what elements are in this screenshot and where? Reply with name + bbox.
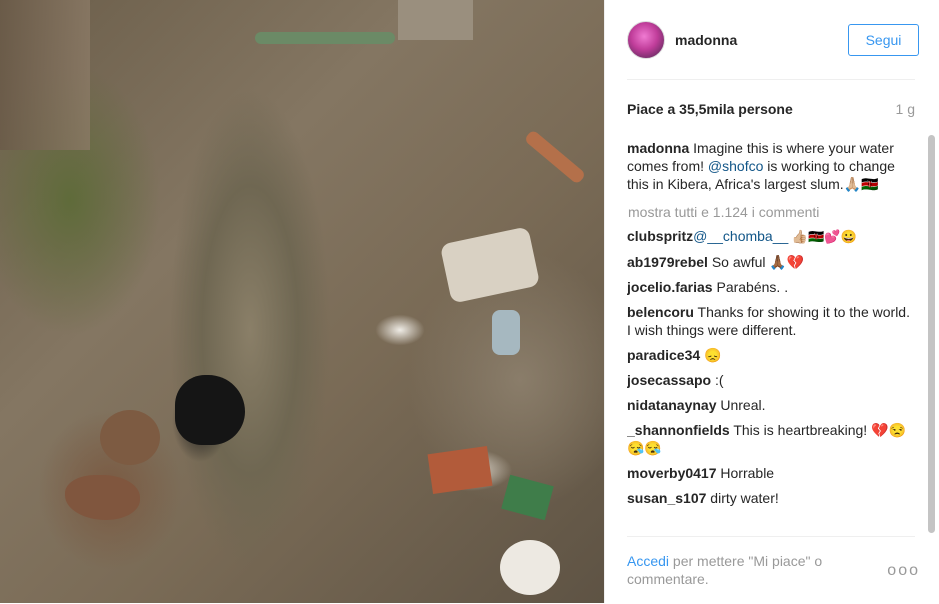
scrollbar-thumb[interactable]	[928, 135, 935, 533]
comment-user[interactable]: josecassapo	[627, 372, 711, 388]
login-prompt: Accedi per mettere "Mi piace" o commenta…	[627, 552, 867, 588]
comment-user[interactable]: clubspritz	[627, 228, 693, 244]
caption: madonna Imagine this is where your water…	[627, 139, 915, 193]
comment-user[interactable]: ab1979rebel	[627, 254, 708, 270]
comments-scrollbar[interactable]	[928, 133, 935, 533]
comment-item: ab1979rebel So awful 🙏🏾💔	[627, 253, 915, 271]
comment-item: moverby0417 Horrable	[627, 464, 915, 482]
comment-item: _shannonfields This is heartbreaking! 💔😒…	[627, 421, 915, 457]
rusty-pipe	[523, 129, 587, 185]
comment-item: jocelio.farias Parabéns. .	[627, 278, 915, 296]
comment-user[interactable]: jocelio.farias	[627, 279, 713, 295]
post-header: madonna Segui	[627, 0, 919, 80]
likes-count[interactable]: Piace a 35,5mila persone	[627, 101, 793, 117]
comment-user[interactable]: susan_s107	[627, 490, 706, 506]
comment-item: clubspritz@__chomba__ 👍🏼🇰🇪💕😀	[627, 227, 915, 246]
pillar	[398, 0, 473, 40]
more-options-icon[interactable]: ooo	[887, 562, 920, 580]
comment-text: 👍🏼🇰🇪💕😀	[788, 229, 857, 244]
comment-user[interactable]: moverby0417	[627, 465, 717, 481]
show-all-comments-link[interactable]: mostra tutti e 1.124 i commenti	[628, 203, 915, 221]
comment-text: :(	[711, 372, 724, 388]
post-side-panel: madonna Segui Piace a 35,5mila persone 1…	[605, 0, 939, 603]
comment-item: paradice34 😞	[627, 346, 915, 364]
red-box	[427, 446, 493, 494]
comment-text: dirty water!	[706, 490, 779, 506]
comment-item: belencoru Thanks for showing it to the w…	[627, 303, 915, 339]
comment-item: susan_s107 dirty water!	[627, 489, 915, 507]
comment-mention[interactable]: @__chomba__	[693, 228, 788, 244]
plastic-bottle	[492, 310, 520, 355]
comment-item: josecassapo :(	[627, 371, 915, 389]
green-box	[501, 474, 554, 521]
post-footer: Accedi per mettere "Mi piace" o commenta…	[627, 536, 918, 604]
comment-item: nidatanaynay Unreal.	[627, 396, 915, 414]
wall-left	[0, 0, 90, 150]
white-bag	[439, 226, 541, 304]
comment-text: So awful 🙏🏾💔	[707, 254, 805, 270]
caption-mention[interactable]: @shofco	[708, 158, 763, 174]
comment-user[interactable]: paradice34	[627, 347, 700, 363]
avatar[interactable]	[627, 20, 665, 59]
comment-text: 😞	[700, 347, 722, 363]
login-link[interactable]: Accedi	[627, 553, 669, 569]
post-photo[interactable]	[0, 0, 604, 603]
follow-button[interactable]: Segui	[848, 24, 919, 56]
pipe	[255, 32, 395, 44]
comment-user[interactable]: belencoru	[627, 304, 694, 320]
comments-list[interactable]: madonna Imagine this is where your water…	[627, 139, 915, 535]
plastic-bag-bottom	[500, 540, 560, 595]
comment-text: Unreal.	[716, 397, 766, 413]
comment-user[interactable]: nidatanaynay	[627, 397, 716, 413]
post-time[interactable]: 1 g	[896, 101, 915, 117]
likes-row: Piace a 35,5mila persone 1 g	[627, 101, 915, 117]
comment-text: Parabéns. .	[712, 279, 789, 295]
comment-text: Horrable	[716, 465, 775, 481]
comment-user[interactable]: _shannonfields	[627, 422, 730, 438]
trash-bag-black	[175, 375, 245, 445]
username[interactable]: madonna	[675, 32, 737, 48]
caption-user[interactable]: madonna	[627, 140, 689, 156]
rock-2	[100, 410, 160, 465]
rock	[65, 475, 140, 520]
